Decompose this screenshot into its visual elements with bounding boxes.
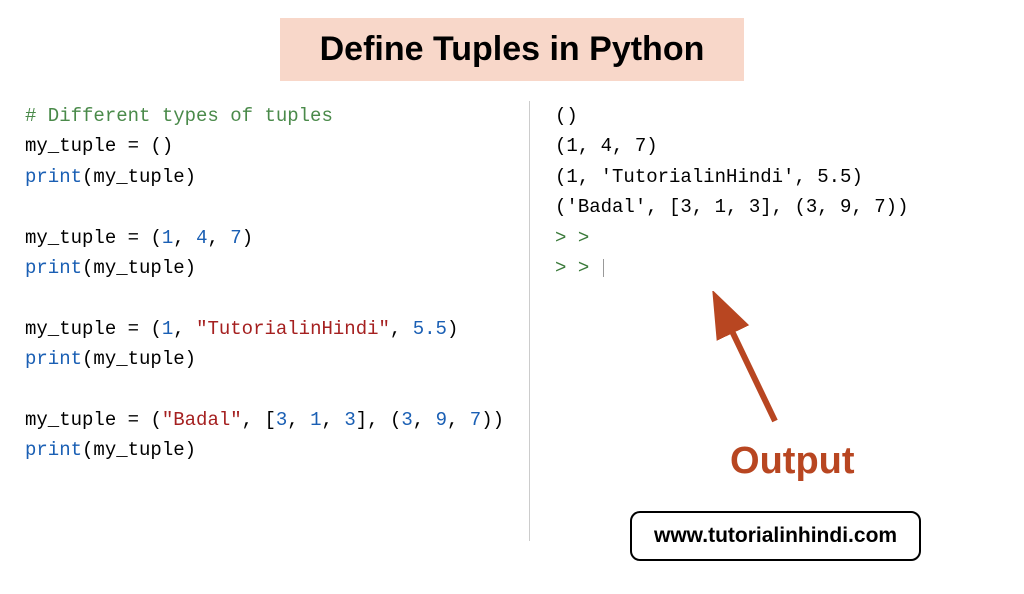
- code-line-print-3: print(my_tuple): [25, 344, 504, 374]
- arrow-annotation: [705, 291, 805, 441]
- output-line-4: ('Badal', [3, 1, 3], (3, 9, 7)): [555, 192, 1004, 222]
- code-line-assign-empty: my_tuple = (): [25, 131, 504, 161]
- cursor-icon: [603, 259, 604, 277]
- output-line-2: (1, 4, 7): [555, 131, 1004, 161]
- code-line-print-1: print(my_tuple): [25, 162, 504, 192]
- panel-divider: [529, 101, 530, 541]
- code-line-assign-ints: my_tuple = (1, 4, 7): [25, 223, 504, 253]
- website-badge: www.tutorialinhindi.com: [630, 511, 921, 561]
- page-title: Define Tuples in Python: [320, 30, 705, 69]
- code-line-print-4: print(my_tuple): [25, 435, 504, 465]
- code-line-assign-mixed: my_tuple = (1, "TutorialinHindi", 5.5): [25, 314, 504, 344]
- output-panel: () (1, 4, 7) (1, 'TutorialinHindi', 5.5)…: [555, 101, 1004, 541]
- output-prompt-1: > >: [555, 223, 1004, 253]
- output-label: Output: [730, 431, 855, 492]
- output-line-3: (1, 'TutorialinHindi', 5.5): [555, 162, 1004, 192]
- output-line-1: (): [555, 101, 1004, 131]
- code-comment: # Different types of tuples: [25, 101, 504, 131]
- code-line-print-2: print(my_tuple): [25, 253, 504, 283]
- content-area: # Different types of tuples my_tuple = (…: [0, 101, 1024, 541]
- code-line-assign-nested: my_tuple = ("Badal", [3, 1, 3], (3, 9, 7…: [25, 405, 504, 435]
- arrow-up-icon: [705, 291, 805, 431]
- output-prompt-2: > >: [555, 253, 1004, 283]
- code-panel: # Different types of tuples my_tuple = (…: [20, 101, 504, 541]
- title-banner: Define Tuples in Python: [280, 18, 745, 81]
